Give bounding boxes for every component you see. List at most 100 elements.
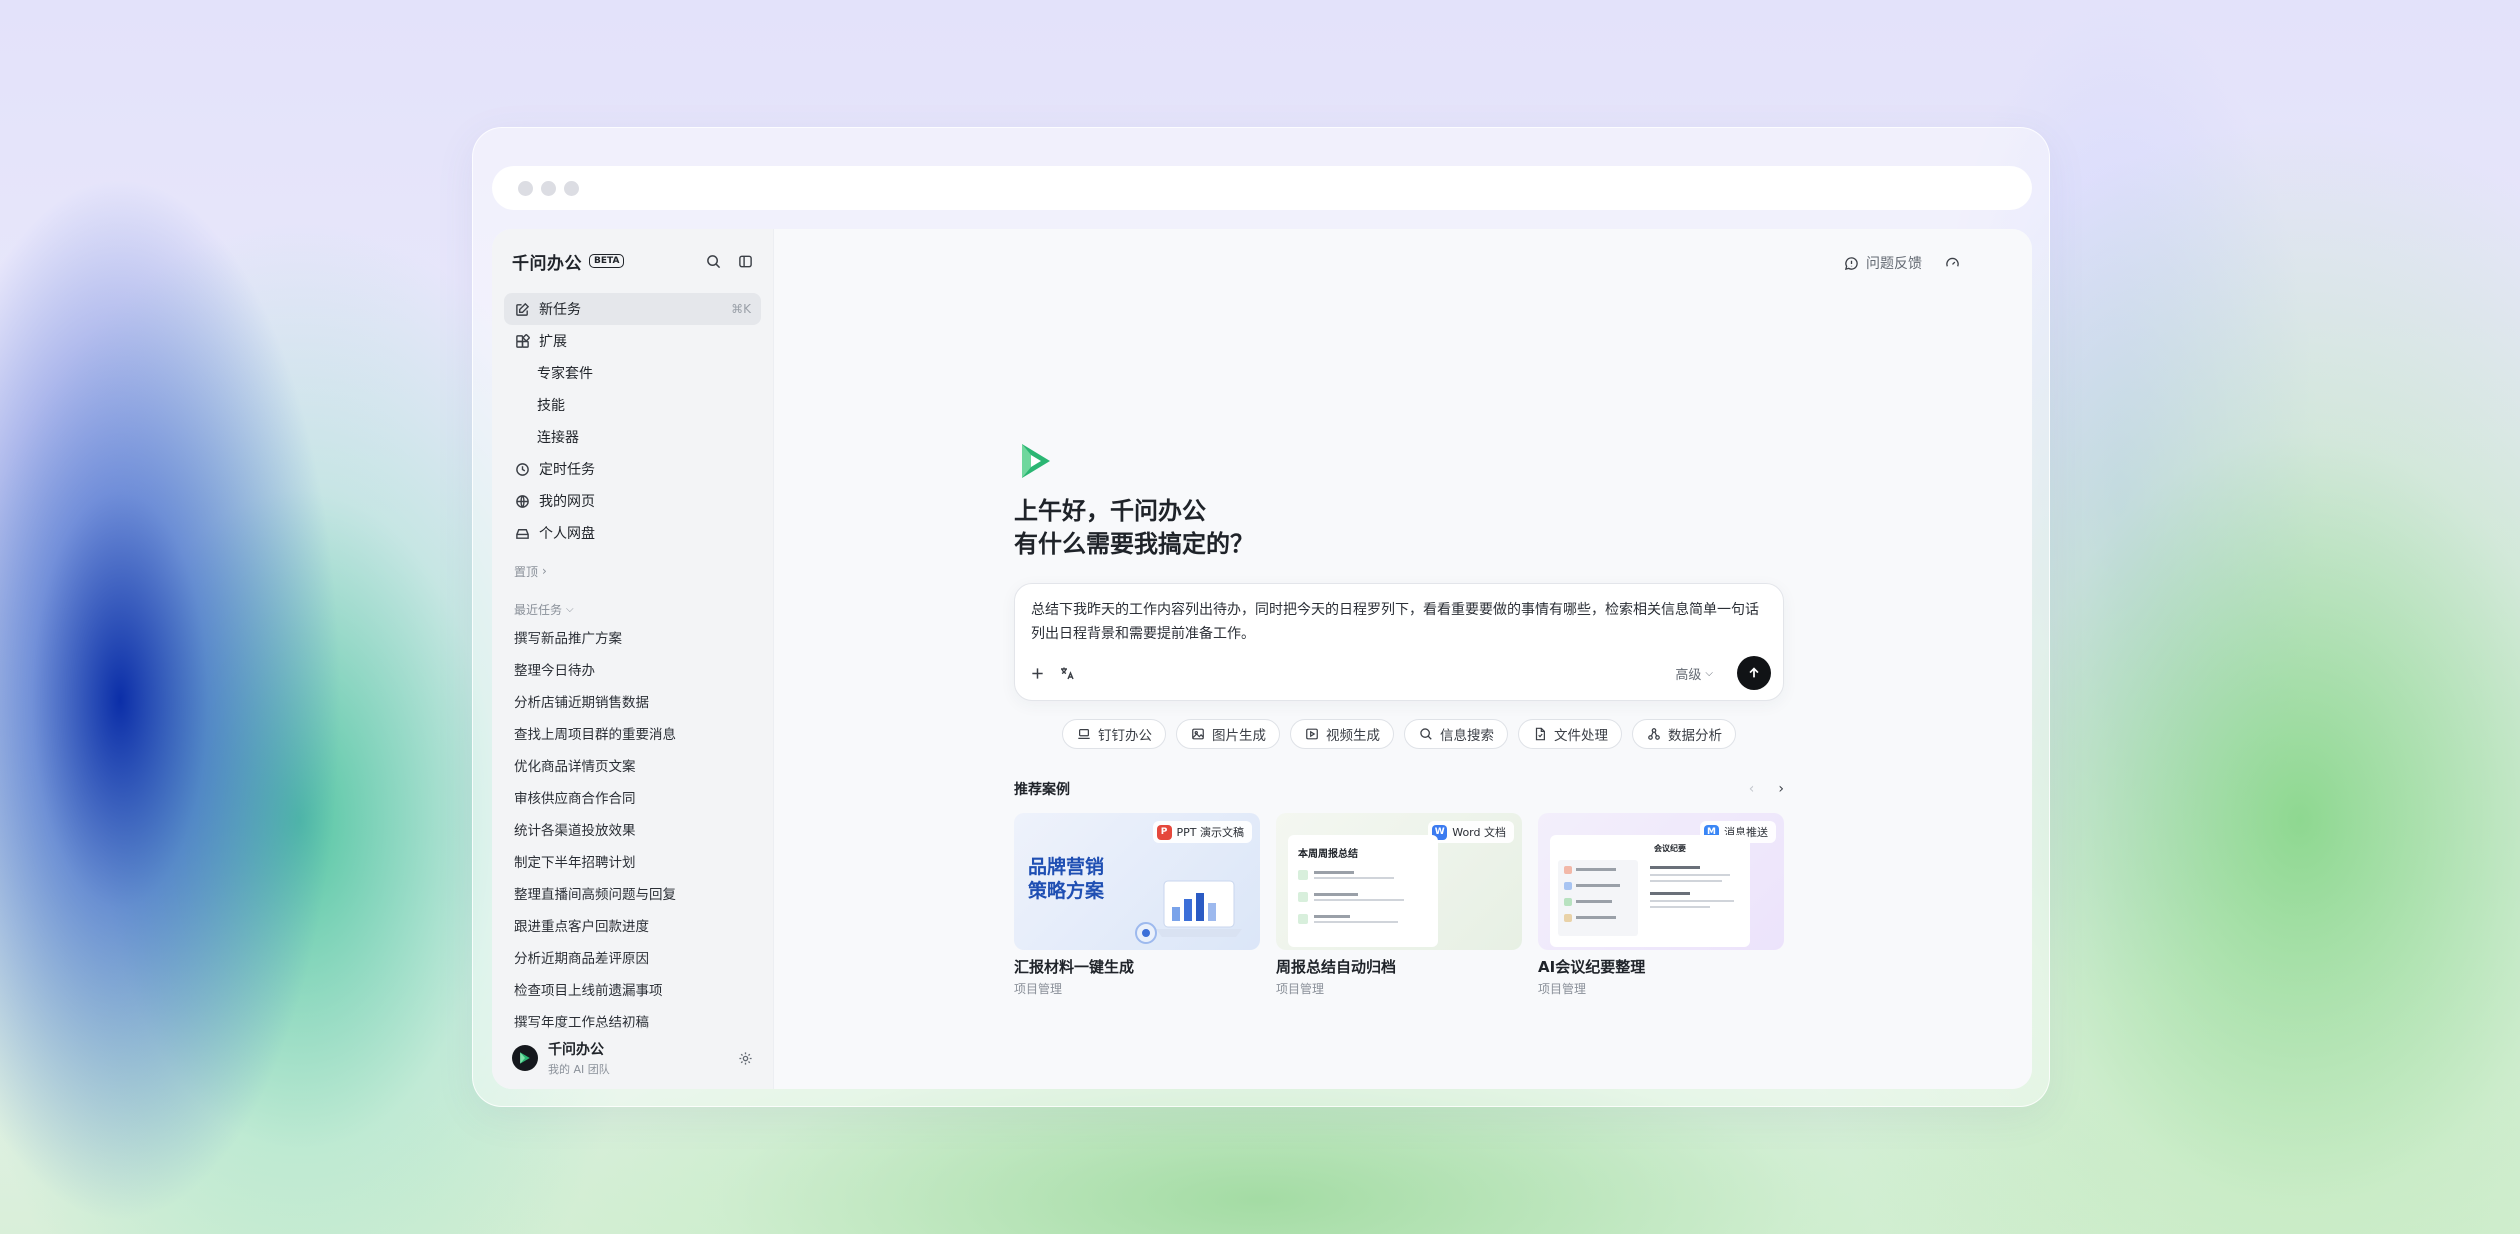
app-name: 千问办公 [512,253,582,274]
prompt-composer[interactable]: 总结下我昨天的工作内容列出待办，同时把今天的日程罗列下，看看重要要做的事情有哪些… [1014,583,1784,701]
pinned-label: 置顶 [514,564,539,579]
chip-label: 图片生成 [1212,728,1266,744]
recent-label: 最近任务 [514,602,563,617]
laptop-illustration [1135,880,1242,944]
case-category: 项目管理 [1276,982,1325,996]
list-item[interactable]: 整理今日待办 [514,653,751,685]
sidebar-footer[interactable]: 千问办公 我的 AI 团队 [492,1027,773,1089]
next-arrow-icon[interactable]: › [1778,781,1784,797]
app-shell: 千问办公 BETA 新任务 ⌘K 扩展 专家套件 技能 连接器 定时任务 我的网… [472,127,2050,1107]
case-card[interactable]: P PPT 演示文稿 品牌营销 策略方案 汇报材料一键生成 项目管理 [1014,813,1260,997]
thumb-heading: 品牌营销 策略方案 [1028,855,1104,903]
window-close-dot[interactable] [518,180,533,196]
chip-file-process[interactable]: 文件处理 [1518,719,1622,749]
chip-video-gen[interactable]: 视频生成 [1290,719,1394,749]
doc-lines [1298,870,1404,924]
sidebar-item-label: 连接器 [537,430,579,446]
meeting-lines [1558,860,1734,936]
chip-label: 数据分析 [1668,728,1722,744]
case-tag-label: PPT 演示文稿 [1176,826,1244,839]
sidebar-item-label: 个人网盘 [539,526,595,542]
globe-icon [514,493,530,509]
app-logo [1022,444,1050,478]
list-item[interactable]: 检查项目上线前遗漏事项 [514,973,751,1005]
list-item[interactable]: 制定下半年招聘计划 [514,845,751,877]
recommend-cards: P PPT 演示文稿 品牌营销 策略方案 汇报材料一键生成 项目管理 W Wor… [1014,813,1784,997]
case-category: 项目管理 [1538,982,1587,996]
case-card[interactable]: W Word 文档 本周周报总结 周报总结自动归档 项目管理 [1276,813,1522,997]
sidebar: 千问办公 BETA 新任务 ⌘K 扩展 专家套件 技能 连接器 定时任务 我的网… [492,229,774,1089]
chip-label: 钉钉办公 [1098,728,1152,744]
gear-icon[interactable] [737,1050,753,1066]
advanced-dropdown[interactable]: 高级 ⌵ [1675,664,1713,683]
prev-arrow-icon[interactable]: ‹ [1749,781,1755,797]
case-thumbnail: P PPT 演示文稿 品牌营销 策略方案 [1014,813,1260,950]
top-bar: 问题反馈 [1843,253,1960,273]
sidebar-item-scheduled[interactable]: 定时任务 [504,453,761,485]
list-item[interactable]: 统计各渠道投放效果 [514,813,751,845]
prompt-input[interactable]: 总结下我昨天的工作内容列出待办，同时把今天的日程罗列下，看看重要要做的事情有哪些… [1031,598,1767,646]
window-zoom-dot[interactable] [564,180,579,196]
composer-toolbar: 高级 ⌵ [1029,656,1771,690]
sidebar-item-expert-suite[interactable]: 专家套件 [504,357,761,389]
sidebar-item-label: 专家套件 [537,366,593,382]
list-item[interactable]: 优化商品详情页文案 [514,749,751,781]
edit-icon [514,301,530,317]
pinned-section[interactable]: 置顶 › [492,559,773,583]
app-window: 千问办公 BETA 新任务 ⌘K 扩展 专家套件 技能 连接器 定时任务 我的网… [492,229,2032,1089]
ppt-icon: P [1156,824,1172,840]
sidebar-item-extensions[interactable]: 扩展 [504,325,761,357]
extension-icon [514,333,530,349]
case-tag-label: Word 文档 [1452,826,1506,839]
recommend-title: 推荐案例 [1014,782,1070,798]
chip-data-analysis[interactable]: 数据分析 [1632,719,1736,749]
chip-label: 视频生成 [1326,728,1380,744]
hero: 上午好，千问办公 有什么需要我搞定的？ 总结下我昨天的工作内容列出待办，同时把今… [1014,439,1784,997]
translate-icon[interactable] [1059,665,1075,681]
send-button[interactable] [1737,656,1771,690]
list-item[interactable]: 分析近期商品差评原因 [514,941,751,973]
feedback-icon [1843,255,1859,271]
list-item[interactable]: 整理直播间高频问题与回复 [514,877,751,909]
sidebar-toggle-icon[interactable] [737,253,753,269]
beta-badge: BETA [589,254,625,268]
case-card[interactable]: M 消息推送 会议纪要 AI会议纪要整理 项目管理 [1538,813,1784,997]
doc-preview: 本周周报总结 [1288,835,1438,947]
chip-info-search[interactable]: 信息搜索 [1404,719,1508,749]
case-category: 项目管理 [1014,982,1063,996]
sidebar-item-new-task[interactable]: 新任务 ⌘K [504,293,761,325]
greeting-line-1: 上午好，千问办公 [1014,497,1206,525]
search-icon[interactable] [705,253,721,269]
recent-section[interactable]: 最近任务 ⌵ [492,597,773,621]
recommend-header: 推荐案例 ‹ › [1014,779,1784,799]
window-minimize-dot[interactable] [541,180,556,196]
speed-icon[interactable] [1944,255,1960,271]
sidebar-item-drive[interactable]: 个人网盘 [504,517,761,549]
case-tag: P PPT 演示文稿 [1152,821,1252,843]
case-thumbnail: W Word 文档 本周周报总结 [1276,813,1522,950]
list-item[interactable]: 跟进重点客户回款进度 [514,909,751,941]
chip-image-gen[interactable]: 图片生成 [1176,719,1280,749]
plus-icon[interactable] [1029,665,1045,681]
avatar [512,1045,538,1071]
sidebar-item-webpages[interactable]: 我的网页 [504,485,761,517]
chip-dingtalk[interactable]: 钉钉办公 [1062,719,1166,749]
main-area: 问题反馈 上午好，千问办公 有什么需要我搞定的？ 总结下我昨天的工作内容列出待办… [774,229,2032,1089]
sidebar-item-label: 技能 [537,398,565,414]
footer-name: 千问办公 [548,1042,604,1058]
laptop-icon [1076,726,1092,742]
case-title: AI会议纪要整理 [1538,958,1646,976]
list-item[interactable]: 查找上周项目群的重要消息 [514,717,751,749]
image-icon [1190,726,1206,742]
sidebar-item-label: 新任务 [539,302,581,318]
advanced-label: 高级 [1675,667,1702,683]
chevron-right-icon: › [542,564,547,578]
sidebar-item-skills[interactable]: 技能 [504,389,761,421]
list-item[interactable]: 分析店铺近期销售数据 [514,685,751,717]
clock-icon [514,461,530,477]
feedback-button[interactable]: 问题反馈 [1843,253,1922,273]
footer-sub: 我的 AI 团队 [548,1063,610,1076]
list-item[interactable]: 撰写新品推广方案 [514,621,751,653]
sidebar-item-connectors[interactable]: 连接器 [504,421,761,453]
list-item[interactable]: 审核供应商合作合同 [514,781,751,813]
